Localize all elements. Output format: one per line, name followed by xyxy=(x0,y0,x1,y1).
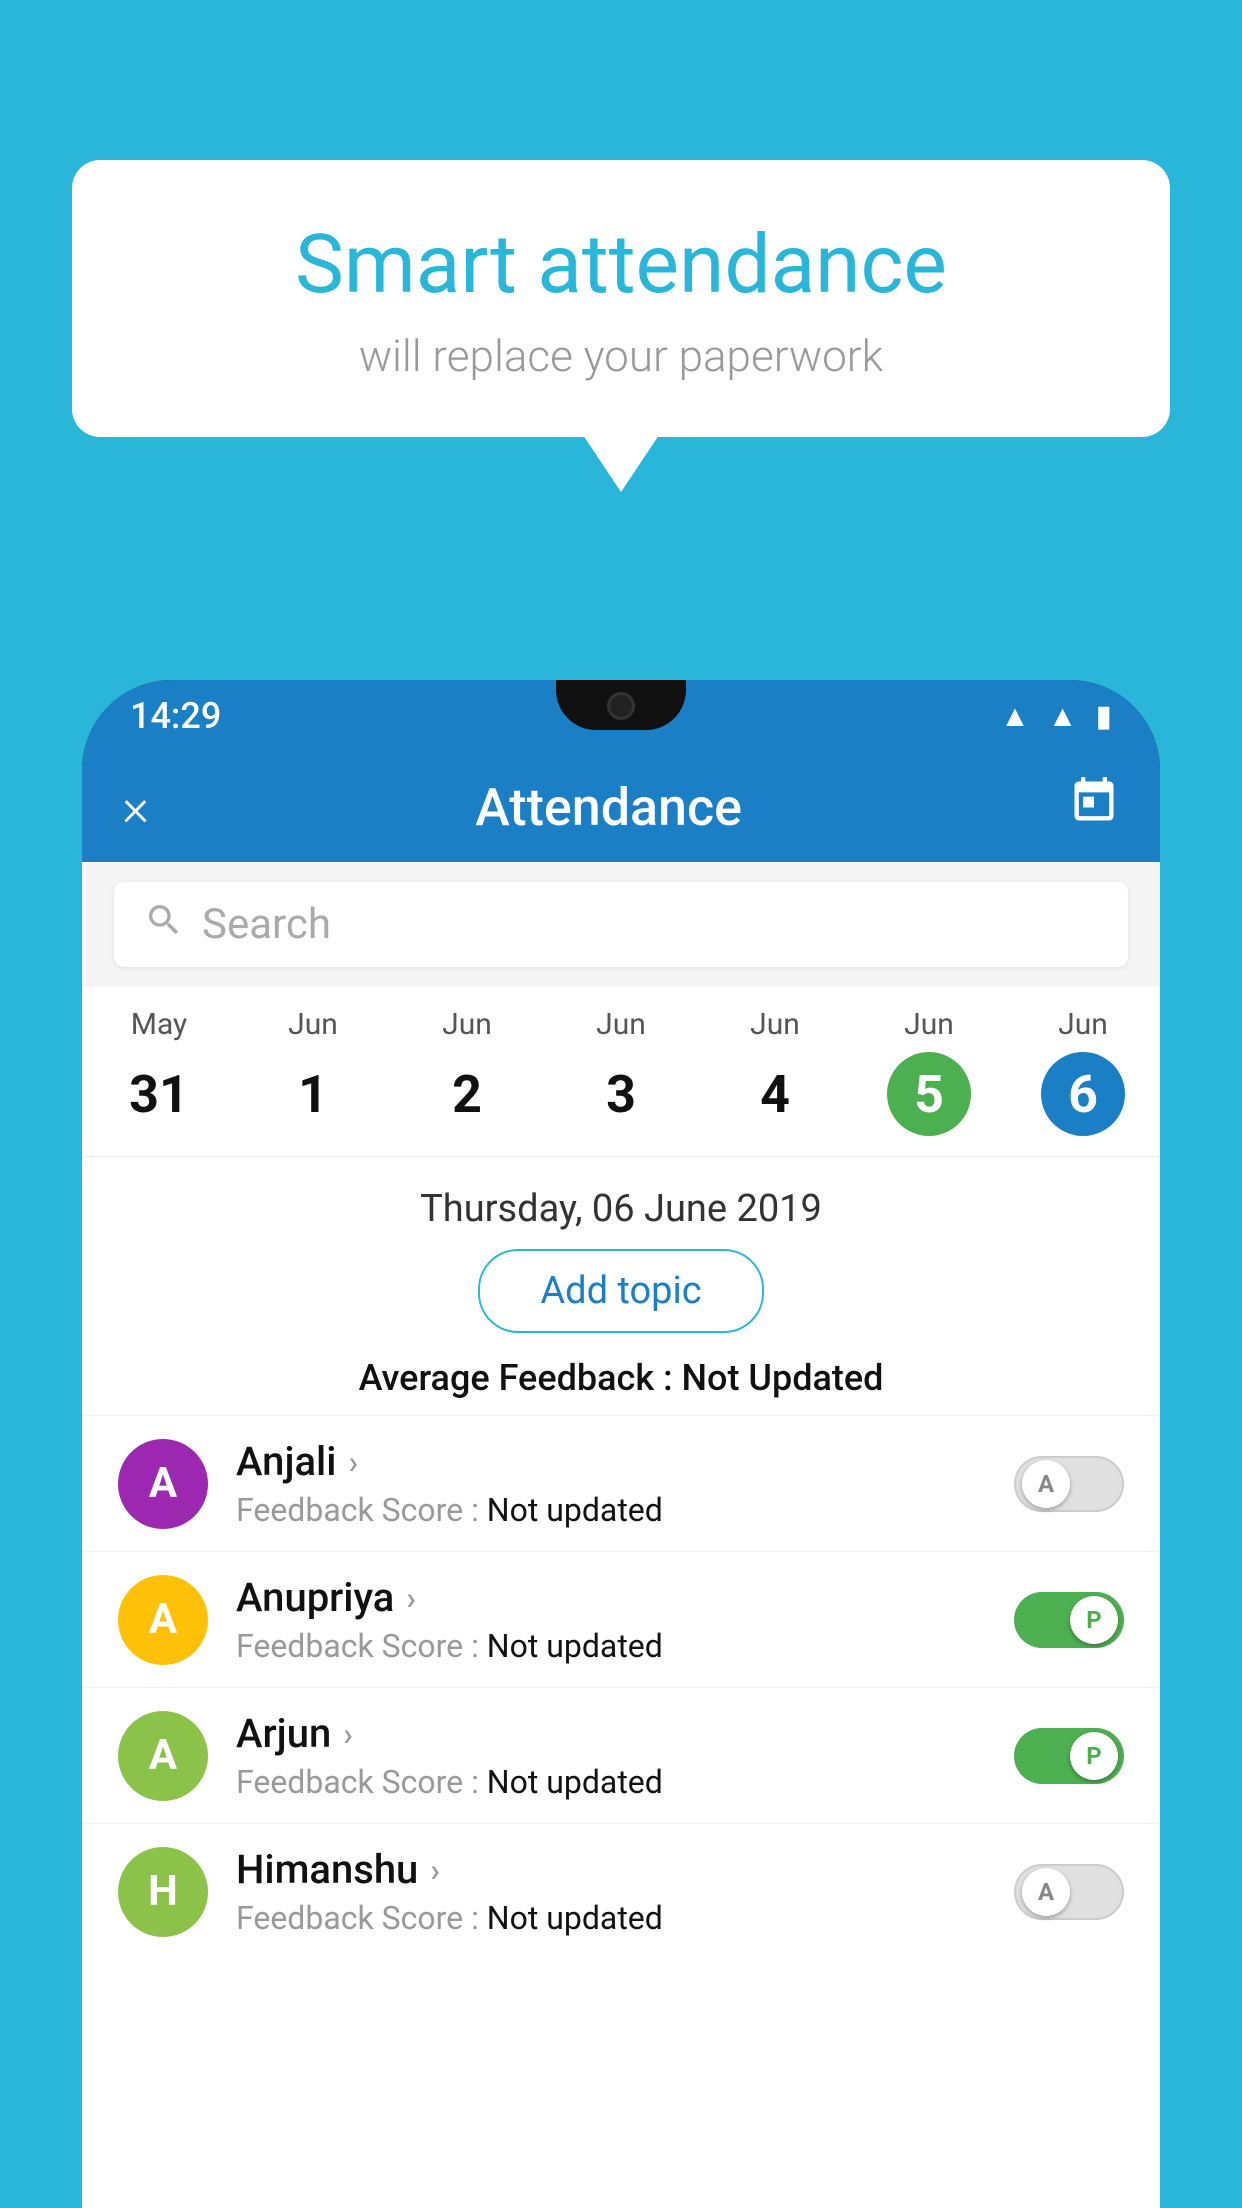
date-month-3: Jun xyxy=(596,1007,646,1042)
attendance-toggle-2[interactable]: P xyxy=(1014,1728,1124,1784)
student-info-2: Arjun › Feedback Score : Not updated xyxy=(236,1710,986,1801)
student-name-3: Himanshu › xyxy=(236,1846,986,1893)
bubble-title: Smart attendance xyxy=(122,220,1120,310)
close-button[interactable]: × xyxy=(122,777,149,838)
status-time: 14:29 xyxy=(130,695,221,737)
search-bar-container: Search xyxy=(82,862,1160,987)
search-input-wrap[interactable]: Search xyxy=(114,882,1128,967)
date-month-6: Jun xyxy=(1058,1007,1108,1042)
student-row-0[interactable]: A Anjali › Feedback Score : Not updated … xyxy=(82,1415,1160,1551)
wifi-icon: ▲ xyxy=(1000,699,1030,734)
date-day-3: 3 xyxy=(579,1052,663,1136)
date-day-4: 4 xyxy=(733,1052,817,1136)
toggle-knob-0: A xyxy=(1022,1460,1070,1508)
chevron-icon-3: › xyxy=(430,1851,440,1889)
date-month-0: May xyxy=(131,1007,187,1042)
student-feedback-0: Feedback Score : Not updated xyxy=(236,1491,986,1529)
search-icon xyxy=(144,900,184,949)
notch xyxy=(556,680,686,730)
date-col-6[interactable]: Jun 6 xyxy=(1006,1007,1160,1156)
chevron-icon-1: › xyxy=(406,1579,416,1617)
student-name-2: Arjun › xyxy=(236,1710,986,1757)
student-feedback-1: Feedback Score : Not updated xyxy=(236,1627,986,1665)
date-col-2[interactable]: Jun 2 xyxy=(390,1007,544,1156)
student-feedback-3: Feedback Score : Not updated xyxy=(236,1899,986,1937)
date-day-2: 2 xyxy=(425,1052,509,1136)
date-day-5: 5 xyxy=(887,1052,971,1136)
search-input[interactable]: Search xyxy=(202,900,331,949)
toggle-knob-3: A xyxy=(1022,1868,1070,1916)
student-row-1[interactable]: A Anupriya › Feedback Score : Not update… xyxy=(82,1551,1160,1687)
student-info-0: Anjali › Feedback Score : Not updated xyxy=(236,1438,986,1529)
student-info-3: Himanshu › Feedback Score : Not updated xyxy=(236,1846,986,1937)
date-day-1: 1 xyxy=(271,1052,355,1136)
toggle-knob-2: P xyxy=(1070,1732,1118,1780)
date-month-4: Jun xyxy=(750,1007,800,1042)
dates-row: May 31 Jun 1 Jun 2 Jun 3 Jun 4 Jun 5 Jun… xyxy=(82,987,1160,1157)
bubble-subtitle: will replace your paperwork xyxy=(122,330,1120,382)
screen-content: Search May 31 Jun 1 Jun 2 Jun 3 Jun 4 Ju… xyxy=(82,862,1160,2208)
date-month-5: Jun xyxy=(904,1007,954,1042)
student-avatar-1: A xyxy=(118,1575,208,1665)
avg-feedback: Average Feedback : Not Updated xyxy=(82,1357,1160,1399)
student-name-0: Anjali › xyxy=(236,1438,986,1485)
status-icons: ▲ ▲ ▮ xyxy=(1000,699,1112,734)
date-day-6: 6 xyxy=(1041,1052,1125,1136)
date-col-1[interactable]: Jun 1 xyxy=(236,1007,390,1156)
attendance-toggle-3[interactable]: A xyxy=(1014,1864,1124,1920)
phone-frame: 14:29 ▲ ▲ ▮ × Attendance Search xyxy=(82,680,1160,2208)
date-month-1: Jun xyxy=(288,1007,338,1042)
date-day-0: 31 xyxy=(117,1052,201,1136)
date-col-0[interactable]: May 31 xyxy=(82,1007,236,1156)
student-row-3[interactable]: H Himanshu › Feedback Score : Not update… xyxy=(82,1823,1160,1959)
app-bar: × Attendance xyxy=(82,752,1160,862)
speech-bubble: Smart attendance will replace your paper… xyxy=(72,160,1170,437)
student-avatar-2: A xyxy=(118,1711,208,1801)
date-month-2: Jun xyxy=(442,1007,492,1042)
signal-icon: ▲ xyxy=(1048,699,1078,734)
calendar-icon[interactable] xyxy=(1068,775,1120,839)
student-name-1: Anupriya › xyxy=(236,1574,986,1621)
student-avatar-0: A xyxy=(118,1439,208,1529)
student-avatar-3: H xyxy=(118,1847,208,1937)
add-topic-button[interactable]: Add topic xyxy=(82,1249,1160,1333)
student-info-1: Anupriya › Feedback Score : Not updated xyxy=(236,1574,986,1665)
battery-icon: ▮ xyxy=(1095,699,1112,734)
date-col-5[interactable]: Jun 5 xyxy=(852,1007,1006,1156)
date-col-3[interactable]: Jun 3 xyxy=(544,1007,698,1156)
attendance-toggle-0[interactable]: A xyxy=(1014,1456,1124,1512)
app-bar-title: Attendance xyxy=(475,777,742,838)
chevron-icon-0: › xyxy=(348,1443,358,1481)
attendance-toggle-1[interactable]: P xyxy=(1014,1592,1124,1648)
selected-date-label: Thursday, 06 June 2019 xyxy=(82,1157,1160,1249)
camera xyxy=(607,692,635,720)
date-col-4[interactable]: Jun 4 xyxy=(698,1007,852,1156)
student-row-2[interactable]: A Arjun › Feedback Score : Not updated P xyxy=(82,1687,1160,1823)
chevron-icon-2: › xyxy=(343,1715,353,1753)
students-list: A Anjali › Feedback Score : Not updated … xyxy=(82,1415,1160,1959)
toggle-knob-1: P xyxy=(1070,1596,1118,1644)
add-topic-label[interactable]: Add topic xyxy=(478,1249,763,1333)
student-feedback-2: Feedback Score : Not updated xyxy=(236,1763,986,1801)
